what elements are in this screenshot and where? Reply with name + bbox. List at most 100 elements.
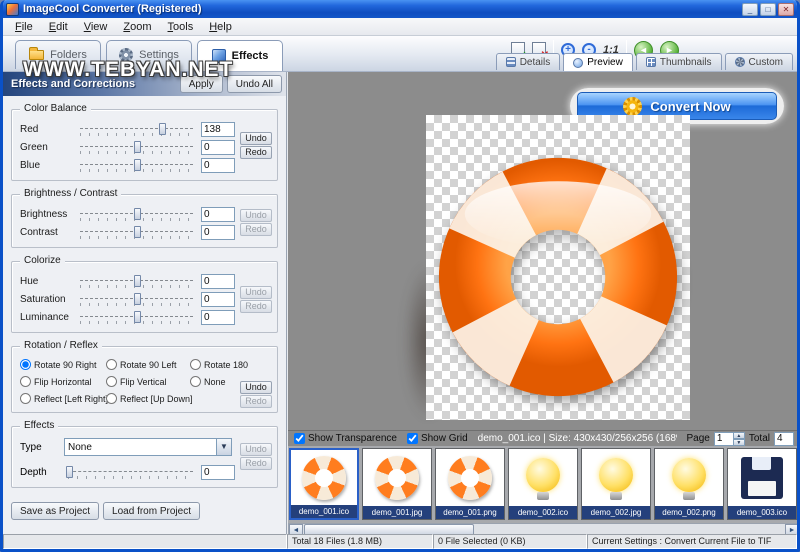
color-balance-undo-button[interactable]: Undo bbox=[240, 132, 272, 145]
brightness-value-field[interactable]: 0 bbox=[201, 206, 235, 222]
close-button[interactable]: ✕ bbox=[778, 2, 794, 16]
flip-vertical-label: Flip Vertical bbox=[120, 376, 167, 387]
radio-rotate-90-left[interactable]: Rotate 90 Left bbox=[106, 357, 190, 372]
rotation-undo-button[interactable]: Undo bbox=[240, 381, 272, 394]
saturation-slider[interactable] bbox=[78, 292, 195, 306]
show-grid-input[interactable] bbox=[406, 433, 418, 444]
thumbnail-caption: demo_001.ico bbox=[291, 505, 357, 518]
red-slider-thumb[interactable] bbox=[159, 122, 167, 135]
colorize-redo-button[interactable]: Redo bbox=[240, 300, 272, 313]
menu-help[interactable]: Help bbox=[201, 19, 240, 35]
depth-value-field[interactable]: 0 bbox=[201, 464, 235, 480]
radio-reflect-left-right[interactable]: Reflect [Left Right] bbox=[20, 391, 108, 406]
thumbnail-item[interactable]: demo_002.jpg bbox=[581, 448, 651, 520]
show-transparence-checkbox[interactable]: Show Transparence bbox=[294, 433, 397, 444]
menu-view[interactable]: View bbox=[76, 19, 116, 35]
depth-slider-thumb[interactable] bbox=[65, 465, 73, 478]
page-down-icon[interactable]: ▼ bbox=[733, 438, 745, 446]
thumbnail-item[interactable]: demo_002.png bbox=[654, 448, 724, 520]
undo-all-button[interactable]: Undo All bbox=[226, 75, 282, 93]
thumbnails-icon bbox=[645, 57, 656, 67]
show-grid-checkbox[interactable]: Show Grid bbox=[406, 433, 468, 444]
title-bar: ImageCool Converter (Registered) _ □ ✕ bbox=[3, 0, 797, 18]
effects-undo-button[interactable]: Undo bbox=[240, 443, 272, 456]
thumbnail-item[interactable]: demo_002.ico bbox=[508, 448, 578, 520]
brightness-slider-row: Brightness 0 bbox=[20, 205, 235, 223]
total-label: Total bbox=[748, 433, 770, 444]
menu-tools[interactable]: Tools bbox=[160, 19, 202, 35]
contrast-slider-thumb[interactable] bbox=[133, 225, 141, 238]
brightness-slider-thumb[interactable] bbox=[133, 207, 141, 220]
radio-rotate-180[interactable]: Rotate 180 bbox=[190, 357, 269, 372]
rotate-180-label: Rotate 180 bbox=[204, 359, 249, 370]
load-from-project-button[interactable]: Load from Project bbox=[103, 502, 200, 520]
red-value-field[interactable]: 138 bbox=[201, 121, 235, 137]
saturation-slider-thumb[interactable] bbox=[133, 292, 141, 305]
preview-canvas: Convert Now bbox=[288, 72, 797, 430]
hue-label: Hue bbox=[20, 275, 39, 287]
thumbnail-item[interactable]: demo_001.png bbox=[435, 448, 505, 520]
luminance-label: Luminance bbox=[20, 311, 69, 323]
brightness-contrast-redo-button[interactable]: Redo bbox=[240, 223, 272, 236]
contrast-value-field[interactable]: 0 bbox=[201, 224, 235, 240]
radio-rotate-90-right[interactable]: Rotate 90 Right bbox=[20, 357, 106, 372]
tab-thumbnails[interactable]: Thumbnails bbox=[635, 53, 722, 70]
luminance-slider-thumb[interactable] bbox=[133, 310, 141, 323]
blue-value-field[interactable]: 0 bbox=[201, 157, 235, 173]
brightness-slider[interactable] bbox=[78, 207, 195, 221]
green-label: Green bbox=[20, 141, 48, 153]
rotate-90-right-radio[interactable] bbox=[20, 359, 31, 370]
show-grid-label: Show Grid bbox=[420, 433, 468, 444]
thumbnail-item[interactable]: demo_001.jpg bbox=[362, 448, 432, 520]
contrast-slider[interactable] bbox=[78, 225, 195, 239]
rotate-90-left-radio[interactable] bbox=[106, 359, 117, 370]
saturation-value-field[interactable]: 0 bbox=[201, 291, 235, 307]
radio-flip-vertical[interactable]: Flip Vertical bbox=[106, 374, 190, 389]
effect-type-dropdown[interactable]: None ▼ bbox=[64, 438, 232, 456]
rotation-options: Rotate 90 Right Rotate 90 Left Rotate 18… bbox=[20, 357, 269, 406]
reflect-up-down-radio[interactable] bbox=[106, 393, 117, 404]
page-up-icon[interactable]: ▲ bbox=[733, 431, 745, 439]
chevron-down-icon[interactable]: ▼ bbox=[216, 439, 231, 455]
green-slider[interactable] bbox=[78, 140, 195, 154]
radio-reflect-up-down[interactable]: Reflect [Up Down] bbox=[106, 391, 193, 406]
flip-vertical-radio[interactable] bbox=[106, 376, 117, 387]
menu-edit[interactable]: Edit bbox=[41, 19, 76, 35]
show-transparence-input[interactable] bbox=[294, 433, 305, 444]
hue-value-field[interactable]: 0 bbox=[201, 273, 235, 289]
menu-file[interactable]: File bbox=[7, 19, 41, 35]
effects-redo-button[interactable]: Redo bbox=[240, 457, 272, 470]
rotation-redo-button[interactable]: Redo bbox=[240, 395, 272, 408]
green-value-field[interactable]: 0 bbox=[201, 139, 235, 155]
blue-slider[interactable] bbox=[78, 158, 195, 172]
green-slider-thumb[interactable] bbox=[133, 140, 141, 153]
page-number-field[interactable]: 1 bbox=[713, 431, 734, 446]
colorize-undo-button[interactable]: Undo bbox=[240, 286, 272, 299]
hue-slider-thumb[interactable] bbox=[133, 274, 141, 287]
radio-flip-horizontal[interactable]: Flip Horizontal bbox=[20, 374, 106, 389]
luminance-value-field[interactable]: 0 bbox=[201, 309, 235, 325]
hue-slider[interactable] bbox=[78, 274, 195, 288]
flip-horizontal-radio[interactable] bbox=[20, 376, 31, 387]
menu-zoom[interactable]: Zoom bbox=[115, 19, 159, 35]
color-balance-redo-button[interactable]: Redo bbox=[240, 146, 272, 159]
luminance-slider[interactable] bbox=[78, 310, 195, 324]
status-bar: Total 18 Files (1.8 MB) 0 File Selected … bbox=[3, 534, 797, 549]
save-as-project-button[interactable]: Save as Project bbox=[11, 502, 100, 520]
tab-details[interactable]: Details bbox=[495, 53, 561, 70]
brightness-contrast-undo-button[interactable]: Undo bbox=[240, 209, 272, 222]
minimize-button[interactable]: _ bbox=[742, 2, 758, 16]
lightbulb-thumbnail-icon bbox=[672, 457, 706, 500]
blue-slider-thumb[interactable] bbox=[133, 158, 141, 171]
thumbnail-item[interactable]: demo_001.ico bbox=[289, 448, 359, 520]
tab-custom[interactable]: Custom bbox=[724, 53, 793, 70]
thumbnail-item[interactable]: demo_003.ico bbox=[727, 448, 797, 520]
reflect-left-right-radio[interactable] bbox=[20, 393, 31, 404]
depth-slider[interactable] bbox=[65, 465, 195, 479]
tab-preview[interactable]: Preview bbox=[563, 53, 633, 71]
type-label: Type bbox=[20, 441, 42, 453]
maximize-button[interactable]: □ bbox=[760, 2, 776, 16]
none-radio[interactable] bbox=[190, 376, 201, 387]
red-slider[interactable] bbox=[78, 122, 195, 136]
rotate-180-radio[interactable] bbox=[190, 359, 201, 370]
